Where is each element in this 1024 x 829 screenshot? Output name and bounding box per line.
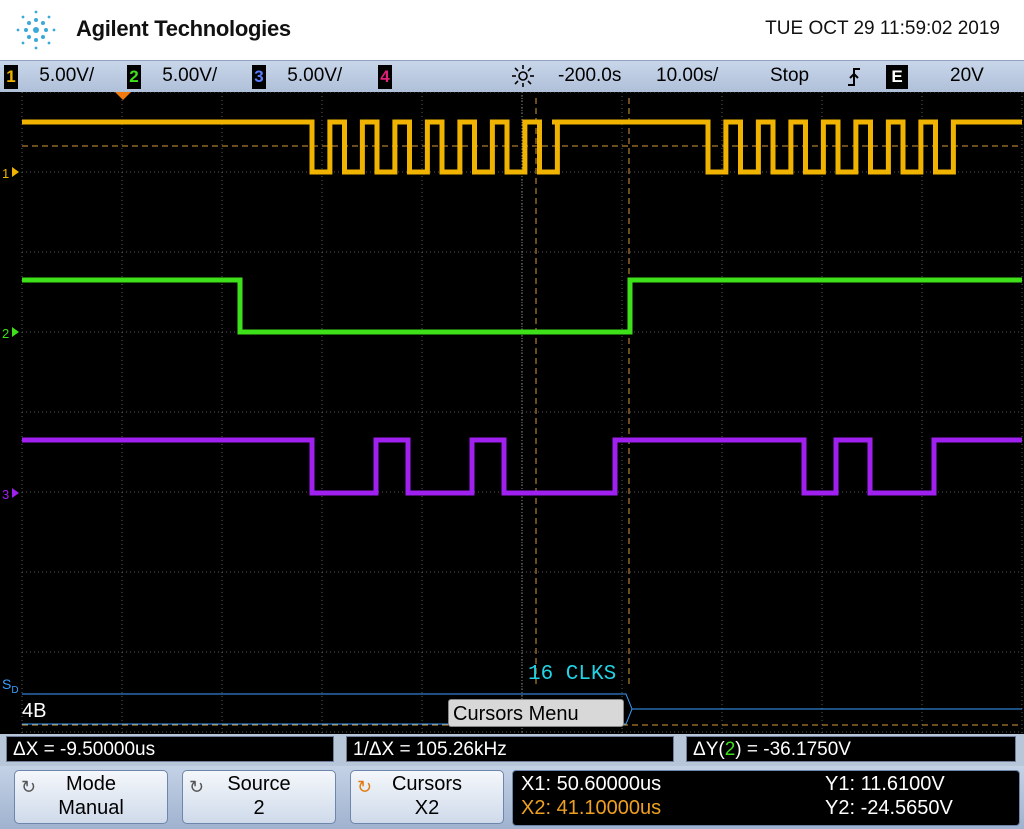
cursors-softkey[interactable]: ↻ Cursors X2 (350, 770, 504, 824)
bus-decode-value: 4B (22, 700, 47, 722)
ch2-badge: 2 (127, 65, 141, 89)
y2-readout: Y2: -24.5650V (825, 797, 953, 819)
ch1-ground-marker-label: 1 (2, 166, 9, 181)
ch2-scale-value: 5.00V/ (162, 65, 218, 86)
ch1-badge: 1 (4, 65, 18, 89)
ch1-scale[interactable]: 1 5.00V/ (4, 65, 94, 89)
x1-readout: X1: 50.60000us (521, 773, 662, 795)
waveform-canvas: 1 2 3 (2, 92, 1023, 734)
ch1-scale-value: 5.00V/ (39, 65, 95, 86)
delay-icon (510, 64, 536, 94)
status-bar: 1 5.00V/ 2 5.00V/ 3 5.00V/ 4 -200.0s 10.… (0, 60, 1024, 94)
x2-readout: X2: 41.10000us (521, 797, 662, 819)
rising-edge-icon (846, 65, 862, 95)
ch2-ground-marker (12, 327, 19, 337)
source-softkey[interactable]: ↻ Source 2 (182, 770, 336, 824)
ch4-scale[interactable]: 4 (378, 65, 392, 89)
ch3-scale-value: 5.00V/ (287, 65, 343, 86)
ch3-badge: 3 (252, 65, 266, 89)
date-time: TUE OCT 29 11:59:02 2019 (765, 18, 1000, 39)
delta-x-readout: ΔX = -9.50000us (6, 736, 334, 762)
ch4-badge: 4 (378, 65, 392, 89)
cursor-readout: X1: 50.60000us X2: 41.10000us Y1: 11.610… (512, 770, 1020, 826)
ch2-ground-marker-label: 2 (2, 326, 9, 341)
agilent-spark-logo-icon (16, 10, 56, 50)
delay-value[interactable]: -200.0s (558, 65, 621, 87)
header: Agilent Technologies TUE OCT 29 11:59:02… (0, 0, 1024, 60)
mode-softkey[interactable]: ↻ Mode Manual (14, 770, 168, 824)
trigger-position-marker (115, 92, 131, 100)
clock-count-annotation: 16 CLKS (528, 663, 617, 686)
ch3-ground-marker-label: 3 (2, 487, 9, 502)
inverse-delta-x-readout: 1/ΔX = 105.26kHz (346, 736, 674, 762)
ch2-scale[interactable]: 2 5.00V/ (127, 65, 217, 89)
y1-readout: Y1: 11.6100V (825, 773, 945, 795)
run-state[interactable]: Stop (770, 65, 809, 87)
cursors-menu-label: Cursors Menu (448, 699, 624, 727)
waveform-display[interactable]: 1 2 3 (0, 92, 1024, 734)
ch1-ground-marker (12, 167, 19, 177)
ch3-scale[interactable]: 3 5.00V/ (252, 65, 342, 89)
trigger-level[interactable]: 20V (950, 65, 984, 87)
trigger-source-badge: E (886, 65, 908, 89)
trigger-source[interactable]: E (886, 65, 908, 89)
ch3-ground-marker (12, 488, 19, 498)
brand-name: Agilent Technologies (76, 16, 291, 41)
serial-decode-label: SD (2, 676, 19, 696)
timebase-value[interactable]: 10.00s/ (656, 65, 718, 87)
delta-y-readout: ΔY(2) = -36.1750V (686, 736, 1016, 762)
